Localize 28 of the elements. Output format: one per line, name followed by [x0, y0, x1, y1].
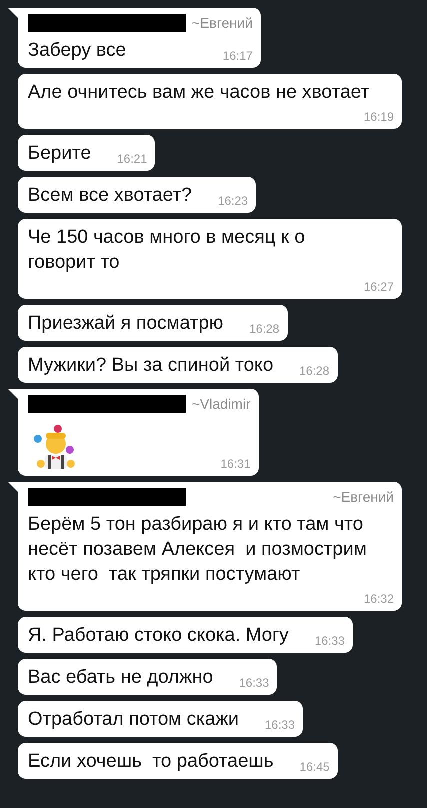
message-text: Заберу все — [28, 39, 126, 63]
message-time: 16:33 — [239, 676, 270, 690]
message-time: 16:23 — [218, 194, 248, 208]
sender-name: ~Vladimir — [192, 396, 251, 412]
message-text: Берите — [28, 142, 92, 166]
message-time: 16:32 — [364, 592, 394, 606]
message-time: 16:28 — [250, 322, 280, 336]
message-time: 16:19 — [364, 110, 394, 124]
message-text: Отработал потом скажи — [28, 708, 240, 732]
sender-name: ~Евгений — [192, 15, 253, 31]
message-time: 16:45 — [300, 760, 330, 774]
message-text: Я. Работаю стоко скока. Могу — [28, 624, 289, 648]
message-time: 16:33 — [265, 718, 296, 732]
sender-name: ~Евгений — [333, 489, 394, 505]
message-text: Але очнитесь вам же часов не хвотает — [28, 81, 370, 105]
message-time: 16:33 — [314, 634, 345, 648]
message-text: Приезжай я посматрю — [28, 312, 224, 336]
message-text: Всем все хвотает? — [28, 184, 192, 208]
message-time: 16:21 — [117, 152, 148, 166]
message-time: 16:28 — [299, 364, 330, 378]
message-text: Мужики? Вы за спиной токо — [28, 354, 274, 378]
message-time: 16:31 — [220, 457, 251, 471]
message-text: Если хочешь то работаешь — [28, 750, 274, 774]
message-text: Че 150 часов много в месяц к о говорит то — [28, 226, 306, 275]
message-time: 16:27 — [364, 280, 394, 294]
message-text: Берём 5 тон разбираю я и кто там что несёт позавем Алексея и позмострим кто чего так тряпки постумают — [28, 513, 368, 587]
message-time: 16:17 — [222, 49, 253, 63]
message-text: Вас ебать не должно — [28, 666, 214, 690]
